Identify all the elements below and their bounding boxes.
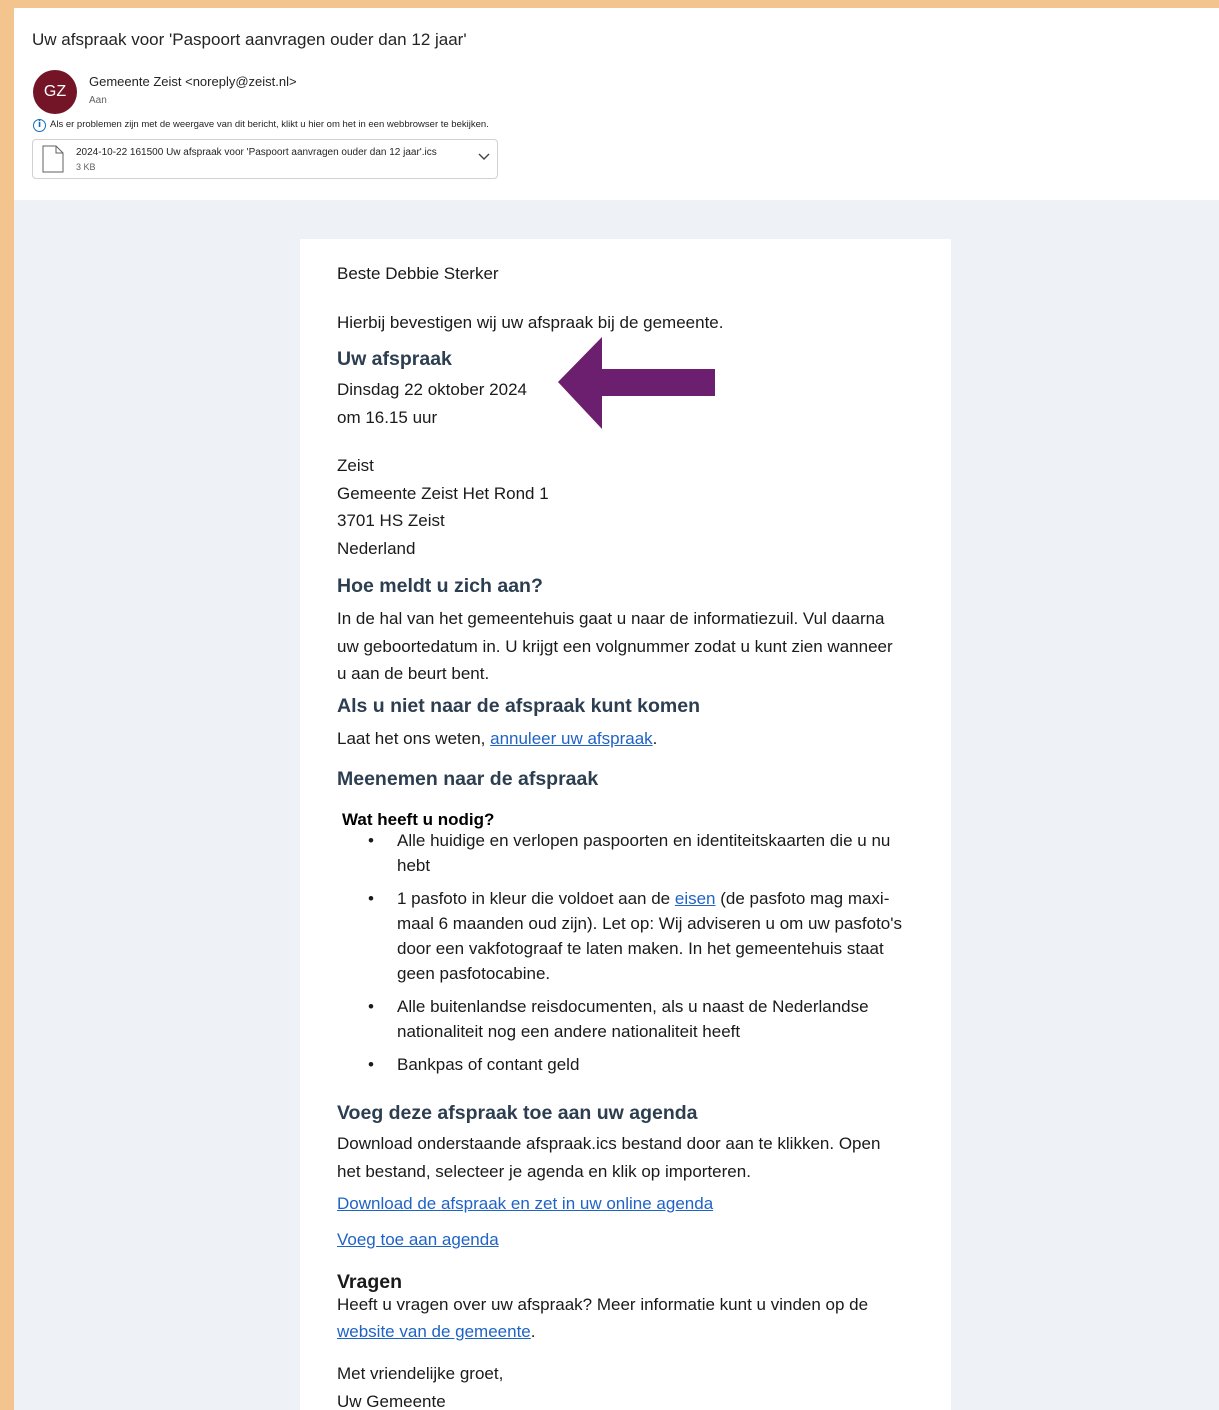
checkin-heading: Hoe meldt u zich aan? [337,575,543,597]
website-line: website van de gemeente. [337,1322,535,1342]
email-header: Uw afspraak voor 'Paspoort aanvragen oud… [14,8,1219,200]
questions-text: Heeft u vragen over uw afspraak? Meer in… [337,1295,869,1314]
recipient-label: Aan [89,95,107,106]
attachment-size: 3 KB [76,162,96,172]
agenda-text: het bestand, selecteer je agenda en klik… [337,1162,751,1181]
cancel-text: Laat het ons weten, annuleer uw afspraak… [337,729,657,749]
list-item: 1 pasfoto in kleur die voldoet aan de ei… [360,886,920,986]
item-text: 1 pasfoto in kleur die voldoet aan de [397,889,675,908]
bring-heading: Meenemen naar de afspraak [337,768,599,790]
cancel-prefix: Laat het ons weten, [337,729,491,748]
list-item: Alle buitenlandse reisdocumenten, als u … [360,994,920,1044]
checkin-text: u aan de beurt bent. [337,664,490,683]
browser-view-link[interactable]: Als er problemen zijn met de weergave va… [50,119,489,130]
avatar[interactable]: GZ [33,70,77,114]
cancel-appointment-link[interactable]: annuleer uw afspraak [490,729,653,748]
attachment-card[interactable]: 2024-10-22 161500 Uw afspraak voor 'Pasp… [32,139,498,179]
needs-heading: Wat heeft u nodig? [342,810,495,829]
greeting: Beste Debbie Sterker [337,264,499,283]
questions-heading: Vragen [337,1271,403,1293]
requirements-list: Alle huidige en verlopen paspoorten en i… [360,828,920,1085]
add-to-agenda-link[interactable]: Voeg toe aan agenda [337,1230,499,1250]
website-suffix: . [530,1322,536,1341]
checkin-text: In de hal van het gemeentehuis gaat u na… [337,609,885,628]
sender-name[interactable]: Gemeente Zeist <noreply@zeist.nl> [89,74,297,89]
cancel-suffix: . [652,729,658,748]
address-line: Gemeente Zeist Het Rond 1 [337,484,549,503]
cancel-heading: Als u niet naar de afspraak kunt komen [337,695,701,717]
email-subject: Uw afspraak voor 'Paspoort aanvragen oud… [32,30,467,49]
appointment-heading: Uw afspraak [337,348,452,370]
agenda-heading: Voeg deze afspraak toe aan uw agenda [337,1102,698,1124]
attachment-name: 2024-10-22 161500 Uw afspraak voor 'Pasp… [76,147,437,158]
email-body: Beste Debbie Sterker Hierbij bevestigen … [300,239,951,1410]
checkin-text: uw geboortedatum in. U krijgt een volgnu… [337,637,893,656]
info-icon: i [33,119,46,132]
chevron-down-icon[interactable] [478,153,490,161]
closing-text: Met vriendelijke groet, [337,1364,504,1383]
address-line: Nederland [337,539,416,558]
download-agenda-link[interactable]: Download de afspraak en zet in uw online… [337,1194,713,1214]
address-line: 3701 HS Zeist [337,511,445,530]
file-icon [42,145,64,173]
appointment-date: Dinsdag 22 oktober 2024 [337,380,527,399]
confirmation-text: Hierbij bevestigen wij uw afspraak bij d… [337,313,724,332]
agenda-text: Download onderstaande afspraak.ics besta… [337,1134,881,1153]
address-line: Zeist [337,456,374,475]
list-item: Alle huidige en verlopen paspoorten en i… [360,828,920,878]
email-reading-pane: Uw afspraak voor 'Paspoort aanvragen oud… [14,8,1219,1410]
arrow-annotation-icon [558,337,715,429]
municipality-website-link[interactable]: website van de gemeente [337,1322,531,1341]
list-item: Bankpas of contant geld [360,1052,920,1077]
appointment-time: om 16.15 uur [337,408,438,427]
photo-requirements-link[interactable]: eisen [675,889,716,908]
signature: Uw Gemeente [337,1392,446,1410]
